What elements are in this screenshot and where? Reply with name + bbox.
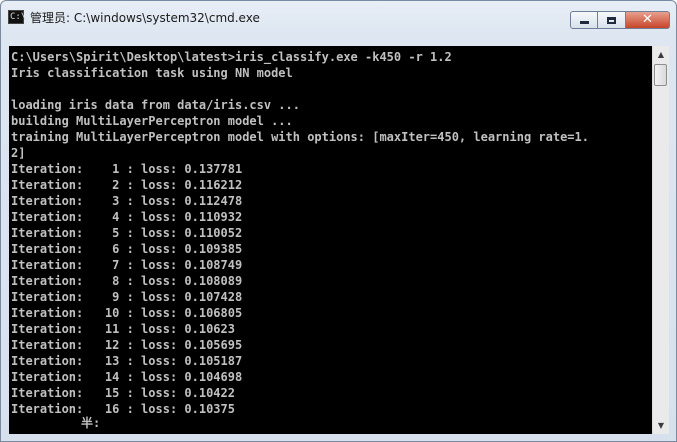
ime-status-line: 半:: [11, 415, 100, 431]
maximize-icon: [607, 16, 616, 24]
scroll-down-arrow-icon[interactable]: ▼: [653, 417, 669, 434]
console-line: Iteration: 12 : loss: 0.105695: [11, 338, 243, 352]
console-line: Iteration: 15 : loss: 0.10422: [11, 386, 235, 400]
minimize-button[interactable]: [570, 11, 598, 29]
close-icon: ✕: [642, 12, 653, 27]
cmd-window: C:\ 管理员: C:\windows\system32\cmd.exe ✕ C…: [0, 0, 677, 442]
console-line: Iteration: 13 : loss: 0.105187: [11, 354, 243, 368]
console-line: Iteration: 8 : loss: 0.108089: [11, 274, 243, 288]
scroll-up-arrow-icon[interactable]: ▲: [653, 46, 669, 63]
console-line: training MultiLayerPerceptron model with…: [11, 130, 589, 144]
console-line: Iteration: 2 : loss: 0.116212: [11, 178, 243, 192]
console-line: Iteration: 3 : loss: 0.112478: [11, 194, 243, 208]
console-line: C:\Users\Spirit\Desktop\latest>iris_clas…: [11, 50, 452, 64]
console-line: loading iris data from data/iris.csv ...: [11, 98, 300, 112]
cmd-icon[interactable]: C:\: [8, 10, 26, 24]
console-line: 2]: [11, 146, 26, 160]
console-output[interactable]: C:\Users\Spirit\Desktop\latest>iris_clas…: [9, 46, 652, 434]
console-line: Iteration: 9 : loss: 0.107428: [11, 290, 243, 304]
maximize-button[interactable]: [598, 11, 626, 29]
console-line: Iteration: 10 : loss: 0.106805: [11, 306, 243, 320]
window-title: 管理员: C:\windows\system32\cmd.exe: [30, 11, 260, 25]
console-line: Iteration: 1 : loss: 0.137781: [11, 162, 243, 176]
ime-indicator: 半:: [81, 416, 101, 430]
minimize-icon: [579, 21, 589, 24]
scrollbar-thumb[interactable]: [654, 64, 667, 86]
console-line: Iteration: 11 : loss: 0.10623: [11, 322, 235, 336]
console-line: Iteration: 4 : loss: 0.110932: [11, 210, 243, 224]
console-line: Iteration: 6 : loss: 0.109385: [11, 242, 243, 256]
vertical-scrollbar[interactable]: ▲ ▼: [652, 46, 669, 434]
console-line: Iteration: 5 : loss: 0.110052: [11, 226, 243, 240]
console-lines: C:\Users\Spirit\Desktop\latest>iris_clas…: [11, 49, 589, 417]
console-line: Iteration: 14 : loss: 0.104698: [11, 370, 243, 384]
console-line: Iteration: 7 : loss: 0.108749: [11, 258, 243, 272]
console-line: building MultiLayerPerceptron model ...: [11, 114, 293, 128]
title-bar[interactable]: C:\ 管理员: C:\windows\system32\cmd.exe ✕: [1, 1, 676, 35]
close-button[interactable]: ✕: [626, 11, 670, 29]
console-line: Iris classification task using NN model: [11, 66, 293, 80]
